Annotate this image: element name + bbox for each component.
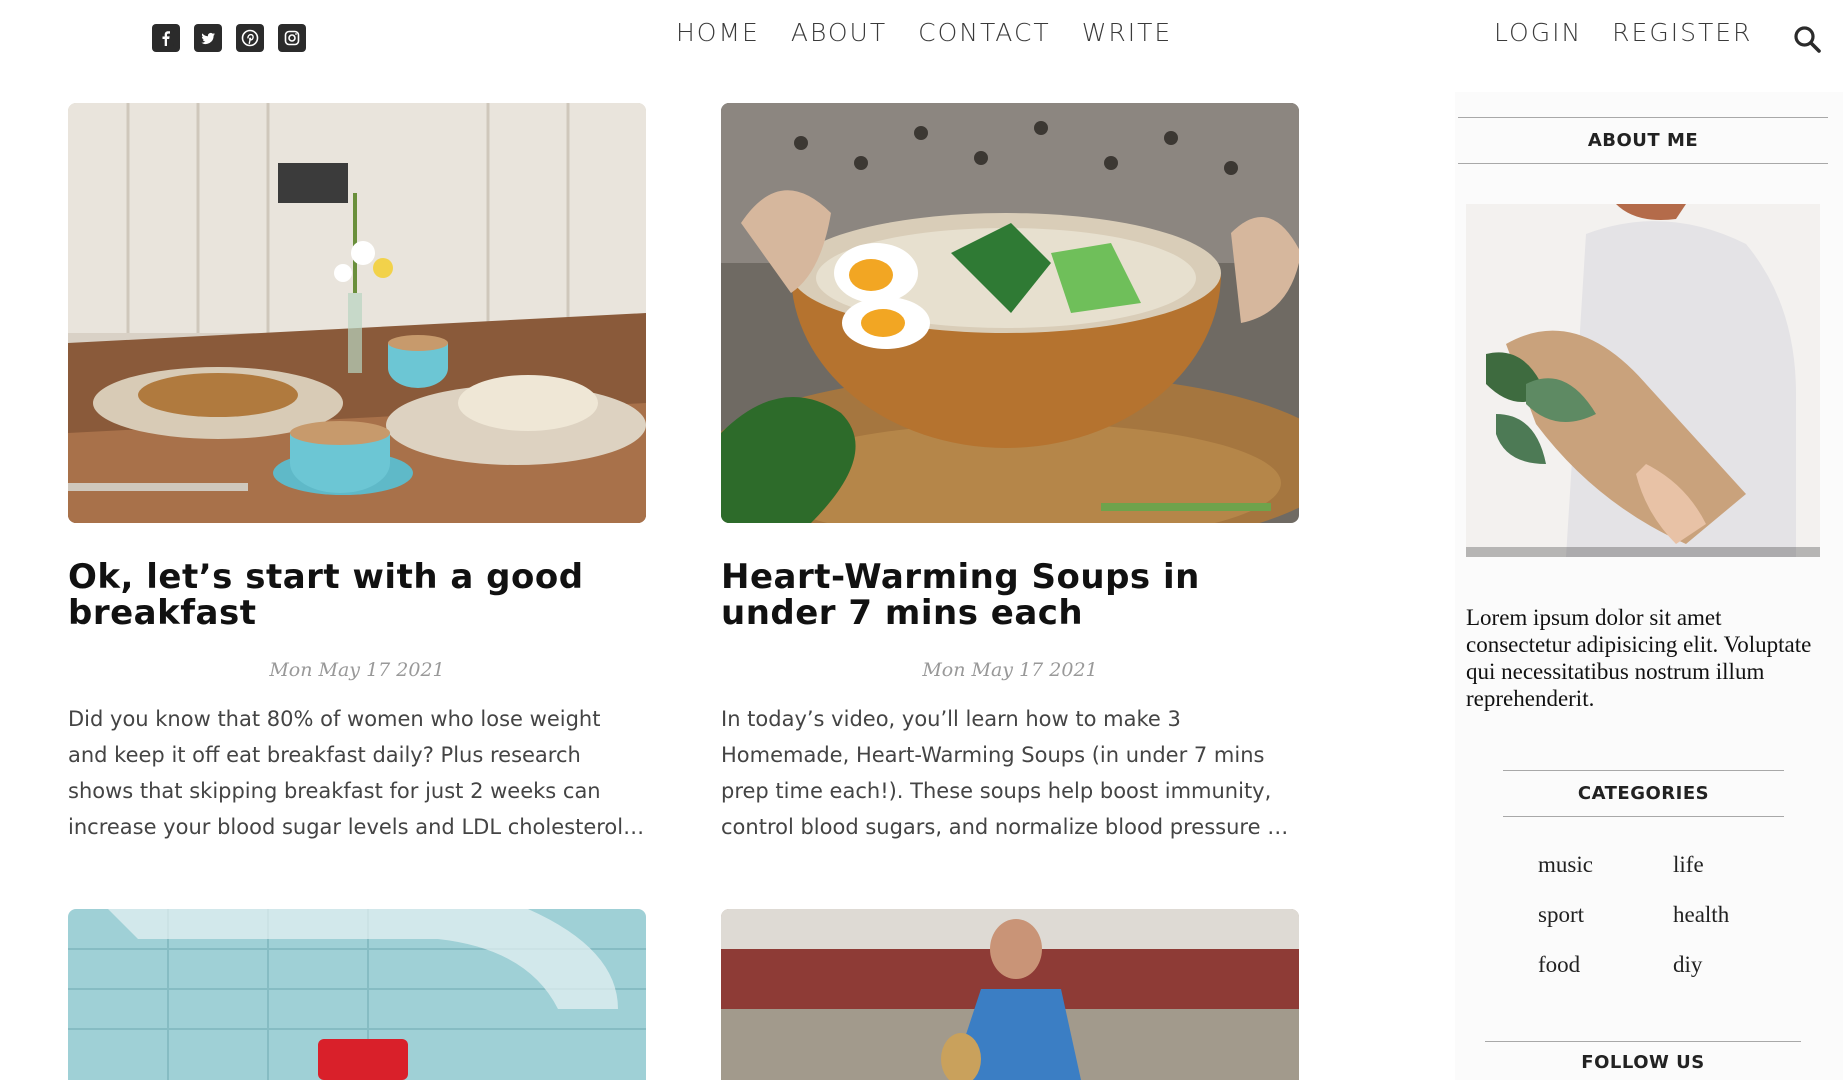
- twitter-icon[interactable]: [194, 24, 222, 52]
- categories-list: music life sport health food diy: [1538, 852, 1768, 978]
- post-description: In today’s video, you’ll learn how to ma…: [721, 707, 1284, 839]
- category-link[interactable]: diy: [1673, 952, 1768, 978]
- auth-links: LOGIN REGISTER: [1494, 18, 1752, 47]
- post-title[interactable]: Heart-Warming Soups in under 7 mins each: [721, 559, 1299, 631]
- post-title[interactable]: Ok, let’s start with a good breakfast: [68, 559, 646, 631]
- pinterest-icon[interactable]: [236, 24, 264, 52]
- nav-about[interactable]: ABOUT: [791, 18, 887, 47]
- about-me-image: [1466, 204, 1820, 557]
- nav-write[interactable]: WRITE: [1082, 18, 1173, 47]
- post-date: Mon May 17 2021: [269, 659, 445, 681]
- post-image-masks[interactable]: [68, 909, 646, 1080]
- post-card[interactable]: Heart-Warming Soups in under 7 mins each…: [721, 103, 1299, 845]
- category-link[interactable]: music: [1538, 852, 1673, 878]
- login-link[interactable]: LOGIN: [1494, 18, 1582, 47]
- post-image-soup[interactable]: [721, 103, 1299, 523]
- post-description: Did you know that 80% of women who lose …: [68, 707, 624, 839]
- nav-contact[interactable]: CONTACT: [918, 18, 1051, 47]
- main-nav: HOME ABOUT CONTACT WRITE: [676, 18, 1172, 47]
- post-card[interactable]: Ok, let’s start with a good breakfast Mo…: [68, 103, 646, 845]
- category-link[interactable]: health: [1673, 902, 1768, 928]
- post-date: Mon May 17 2021: [922, 659, 1098, 681]
- category-link[interactable]: life: [1673, 852, 1768, 878]
- top-bar: HOME ABOUT CONTACT WRITE LOGIN REGISTER: [0, 0, 1843, 76]
- register-link[interactable]: REGISTER: [1612, 18, 1752, 47]
- post-image-breakfast[interactable]: [68, 103, 646, 523]
- nav-home[interactable]: HOME: [676, 18, 760, 47]
- facebook-icon[interactable]: [152, 24, 180, 52]
- search-icon[interactable]: [1792, 24, 1822, 54]
- post-image-rugby[interactable]: [721, 909, 1299, 1080]
- about-me-text: Lorem ipsum dolor sit amet consectetur a…: [1466, 605, 1812, 711]
- follow-us-title: FOLLOW US: [1485, 1041, 1801, 1073]
- category-link[interactable]: sport: [1538, 902, 1673, 928]
- categories-title: CATEGORIES: [1503, 770, 1784, 817]
- social-links: [152, 24, 306, 52]
- category-link[interactable]: food: [1538, 952, 1673, 978]
- about-me-title: ABOUT ME: [1458, 117, 1828, 164]
- instagram-icon[interactable]: [278, 24, 306, 52]
